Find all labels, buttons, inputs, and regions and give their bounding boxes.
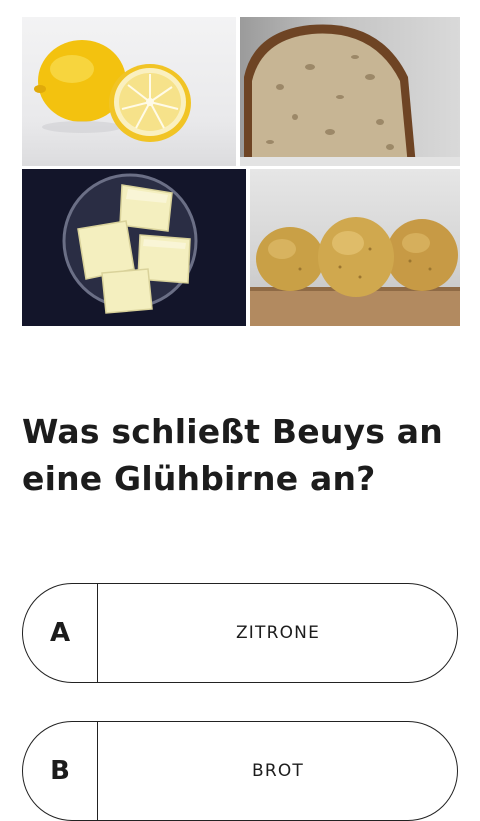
answer-label: BROT: [251, 761, 305, 781]
answer-letter: B: [23, 722, 98, 820]
answer-letter: A: [23, 584, 98, 682]
answer-label: ZITRONE: [235, 623, 321, 643]
answer-b-button[interactable]: B BROT: [22, 721, 458, 821]
question-text: Was schließt Beuys an eine Glühbirne an?: [22, 412, 443, 498]
potato-image: [250, 169, 460, 326]
butter-image: [22, 169, 246, 326]
answer-a-button[interactable]: A ZITRONE: [22, 583, 458, 683]
image-grid: [22, 17, 460, 326]
lemon-image: [22, 17, 236, 166]
bread-image: [240, 17, 460, 166]
